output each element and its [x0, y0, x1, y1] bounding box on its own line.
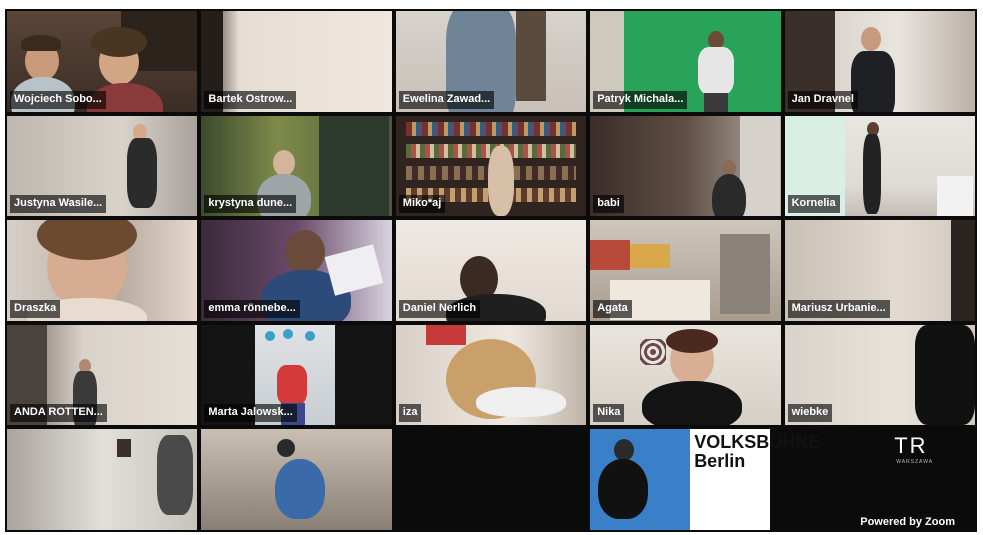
video-tile-anda[interactable]: ANDA ROTTEN...	[7, 324, 198, 426]
powered-by-zoom: Powered by Zoom	[860, 515, 955, 528]
participant-name: Draszka	[10, 299, 61, 318]
participant-name: Bartek Ostrow...	[204, 90, 297, 109]
video-tile-wiebke[interactable]: wiebke	[784, 324, 975, 426]
participant-name: ANDA ROTTEN...	[10, 404, 107, 423]
video-tile-justyna[interactable]: Justyna Wasile...	[7, 115, 198, 217]
participant-name: Kornelia	[787, 195, 840, 214]
video-tile-unnamed-2[interactable]	[201, 429, 392, 530]
video-tile-ewelina[interactable]: Ewelina Zawad...	[395, 11, 587, 112]
video-tile-empty	[395, 429, 587, 530]
participant-name: babi	[593, 195, 624, 214]
video-tile-emma[interactable]: emma rönnebe...	[201, 220, 392, 321]
video-tile-iza[interactable]: iza	[395, 324, 587, 426]
video-tile-bartek[interactable]: Bartek Ostrow...	[201, 11, 392, 112]
video-tile-draszka[interactable]: Draszka	[7, 220, 198, 321]
video-tile-patryk[interactable]: Patryk Michala...	[590, 11, 781, 112]
video-tile-mikolaj[interactable]: Miko*aj	[395, 115, 587, 217]
zoom-gallery-window: Wojciech Sobo... Bartek Ostrow... Ewelin…	[0, 0, 983, 535]
participant-name: krystyna dune...	[204, 195, 297, 214]
video-tile-agata[interactable]: Agata	[590, 220, 781, 321]
gallery-grid: Wojciech Sobo... Bartek Ostrow... Ewelin…	[5, 9, 977, 532]
video-tile-unnamed-1[interactable]	[7, 429, 198, 530]
participant-name: Miko*aj	[398, 195, 446, 214]
video-tile-nika[interactable]: Nika	[590, 324, 781, 426]
participant-name: Patryk Michala...	[593, 90, 688, 109]
participant-name: Mariusz Urbanie...	[787, 299, 890, 318]
video-tile-krystyna[interactable]: krystyna dune...	[201, 115, 392, 217]
video-tile-mariusz[interactable]: Mariusz Urbanie...	[784, 220, 975, 321]
participant-name: Daniel Nerlich	[398, 299, 481, 318]
video-tile-daniel[interactable]: Daniel Nerlich	[395, 220, 587, 321]
video-tile-jan[interactable]: Jan Dravnel	[784, 11, 975, 112]
tr-logo-subtitle: WARSZAWA	[896, 459, 934, 466]
participant-name: Jan Dravnel	[787, 90, 858, 109]
video-tile-stream[interactable]: VOLKSBÜHNE Berlin TR WARSZAWA Powered by…	[590, 429, 975, 530]
participant-name: emma rönnebe...	[204, 299, 300, 318]
video-tile-marta[interactable]: Marta Jalowsk...	[201, 324, 392, 426]
participant-name: Wojciech Sobo...	[10, 90, 106, 109]
participant-name: Ewelina Zawad...	[398, 90, 495, 109]
video-tile-babi[interactable]: babi	[590, 115, 781, 217]
participant-name: iza	[398, 404, 422, 423]
tr-logo: TR	[894, 433, 928, 459]
participant-name: Marta Jalowsk...	[204, 404, 297, 423]
participant-name: Justyna Wasile...	[10, 195, 107, 214]
participant-name: Agata	[593, 299, 632, 318]
participant-name: Nika	[593, 404, 625, 423]
participant-name: wiebke	[787, 404, 833, 423]
video-tile-wojciech[interactable]: Wojciech Sobo...	[7, 11, 198, 112]
volksbuhne-watermark: VOLKSBÜHNE Berlin	[694, 432, 821, 472]
video-tile-kornelia[interactable]: Kornelia	[784, 115, 975, 217]
